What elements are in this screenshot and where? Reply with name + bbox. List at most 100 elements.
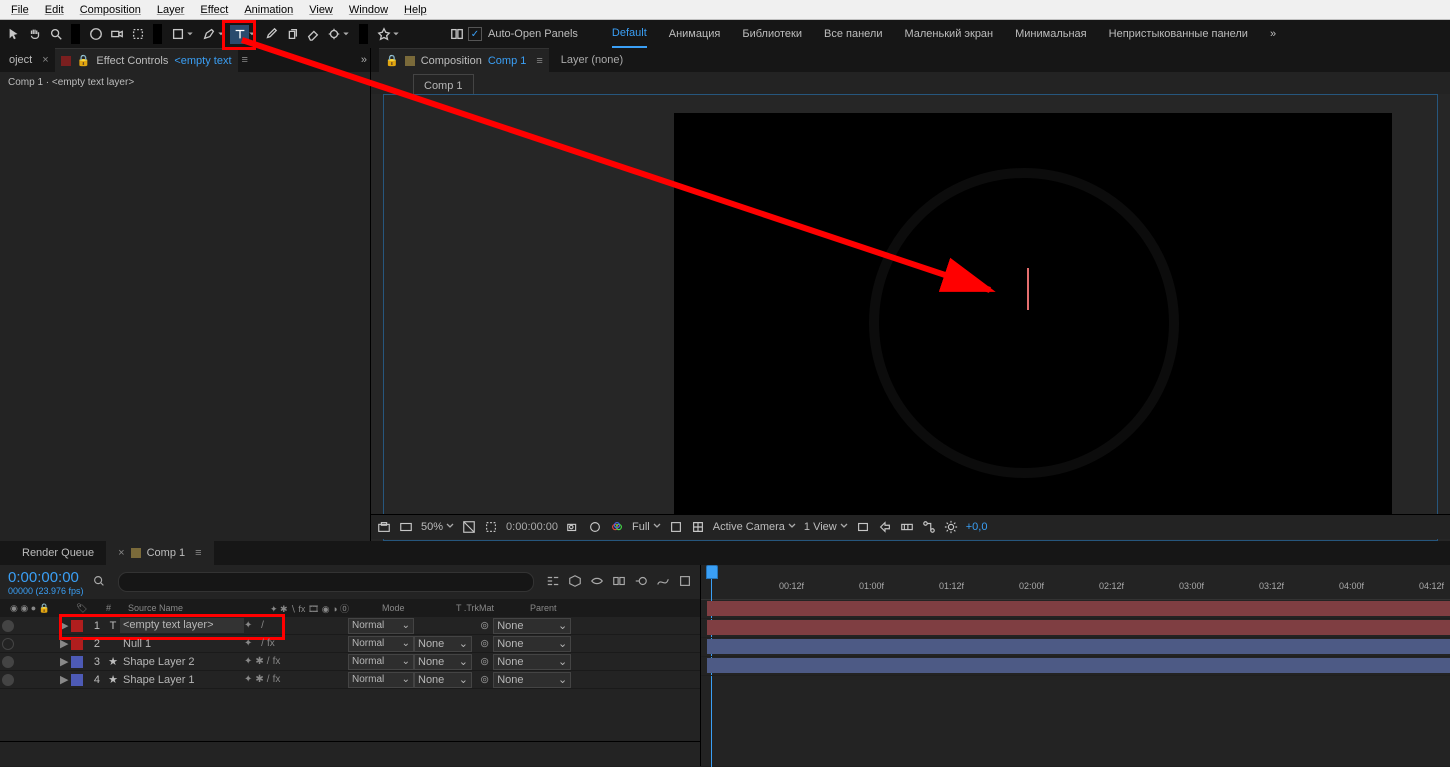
close-icon[interactable]: × xyxy=(42,54,48,66)
brainstorm-icon[interactable] xyxy=(678,574,692,591)
layer-color-swatch[interactable] xyxy=(71,674,83,686)
pickwhip-icon[interactable]: ⊚ xyxy=(480,655,489,668)
composition-canvas[interactable] xyxy=(674,113,1392,517)
parent-dropdown[interactable]: None⌄ xyxy=(493,654,571,670)
type-tool-icon[interactable] xyxy=(230,25,249,44)
display-icon[interactable] xyxy=(399,520,413,534)
layer-row[interactable]: ▶ 2 Null 1 ✦ /fx Normal⌄ None⌄ ⊚None⌄ xyxy=(0,635,700,653)
composition-viewer[interactable]: 50% 0:00:00:00 Full Active Camera 1 View… xyxy=(371,94,1450,541)
menu-edit[interactable]: Edit xyxy=(37,3,72,17)
layer-row[interactable]: ▶ 4 ★ Shape Layer 1 ✦✱/fx Normal⌄ None⌄ … xyxy=(0,671,700,689)
blend-mode-dropdown[interactable]: Normal⌄ xyxy=(348,636,414,652)
toggle-mask-icon[interactable] xyxy=(484,520,498,534)
layer-name[interactable]: Shape Layer 2 xyxy=(120,656,244,668)
menu-window[interactable]: Window xyxy=(341,3,396,17)
active-camera-dropdown[interactable]: Active Camera xyxy=(713,521,796,533)
layer-color-swatch[interactable] xyxy=(71,620,83,632)
layer-bar[interactable] xyxy=(701,600,1450,619)
workspace-default[interactable]: Default xyxy=(612,20,647,48)
snapshot2-icon[interactable] xyxy=(588,520,602,534)
current-time[interactable]: 0:00:00:00 xyxy=(506,521,558,533)
tab-layer[interactable]: Layer (none) xyxy=(561,54,623,66)
roi-tool-icon[interactable] xyxy=(128,25,147,44)
toggle-transparency-icon[interactable] xyxy=(462,520,476,534)
selection-tool-icon[interactable] xyxy=(4,25,23,44)
panel-menu-icon[interactable]: ≡ xyxy=(195,547,201,559)
camera-icon[interactable] xyxy=(566,520,580,534)
twirl-icon[interactable]: ▶ xyxy=(60,619,68,632)
layer-row[interactable]: ▶ 3 ★ Shape Layer 2 ✦✱/fx Normal⌄ None⌄ … xyxy=(0,653,700,671)
visibility-toggle[interactable] xyxy=(2,638,14,650)
twirl-icon[interactable]: ▶ xyxy=(60,673,68,686)
menu-view[interactable]: View xyxy=(301,3,341,17)
layer-color-swatch[interactable] xyxy=(71,638,83,650)
workspace-all-panels[interactable]: Все панели xyxy=(824,20,882,48)
workspace-undocked[interactable]: Непристыкованные панели xyxy=(1109,20,1248,48)
menu-layer[interactable]: Layer xyxy=(149,3,193,17)
puppet-tool-icon[interactable] xyxy=(374,25,393,44)
panel-menu-icon[interactable]: ≡ xyxy=(242,54,248,66)
type-tool-chevron-icon[interactable] xyxy=(249,28,255,40)
workspace-overflow-icon[interactable]: » xyxy=(1270,20,1276,48)
twirl-icon[interactable]: ▶ xyxy=(60,637,68,650)
visibility-toggle[interactable] xyxy=(2,656,14,668)
time-ruler[interactable]: 00:12f 01:00f 01:12f 02:00f 02:12f 03:00… xyxy=(701,565,1450,600)
timeline-tracks[interactable]: 00:12f 01:00f 01:12f 02:00f 02:12f 03:00… xyxy=(701,565,1450,766)
workspace-animation[interactable]: Анимация xyxy=(669,20,721,48)
exposure-value[interactable]: +0,0 xyxy=(966,521,988,533)
workspace-libraries[interactable]: Библиотеки xyxy=(742,20,802,48)
trkmat-dropdown[interactable]: None⌄ xyxy=(414,654,472,670)
lock-icon[interactable]: 🔒 xyxy=(77,54,91,67)
pickwhip-icon[interactable]: ⊚ xyxy=(480,673,489,686)
menu-effect[interactable]: Effect xyxy=(192,3,236,17)
pickwhip-icon[interactable]: ⊚ xyxy=(480,637,489,650)
menu-file[interactable]: File xyxy=(3,3,37,17)
camera-tool-icon[interactable] xyxy=(107,25,126,44)
menu-composition[interactable]: Composition xyxy=(72,3,149,17)
graph-editor-icon[interactable] xyxy=(656,574,670,591)
pen-tool-chevron-icon[interactable] xyxy=(218,28,224,40)
menu-animation[interactable]: Animation xyxy=(236,3,301,17)
parent-dropdown[interactable]: None⌄ xyxy=(493,672,571,688)
shape-tool-icon[interactable] xyxy=(168,25,187,44)
layer-bar[interactable] xyxy=(701,657,1450,676)
search-icon[interactable] xyxy=(92,574,106,591)
parent-dropdown[interactable]: None⌄ xyxy=(493,636,571,652)
menu-help[interactable]: Help xyxy=(396,3,435,17)
motionblur-icon[interactable] xyxy=(634,574,648,591)
blend-mode-dropdown[interactable]: Normal⌄ xyxy=(348,654,414,670)
zoom-tool-icon[interactable] xyxy=(46,25,65,44)
layer-search-input[interactable] xyxy=(118,572,534,592)
snapshot-icon[interactable] xyxy=(377,520,391,534)
resolution-dropdown[interactable]: Full xyxy=(632,521,661,533)
tab-project[interactable]: oject× xyxy=(3,48,55,72)
trkmat-dropdown[interactable]: None⌄ xyxy=(414,672,472,688)
panel-menu-icon[interactable]: ≡ xyxy=(536,55,542,67)
fast-preview-icon[interactable] xyxy=(878,520,892,534)
channel-icon[interactable] xyxy=(610,520,624,534)
pixel-aspect-icon[interactable] xyxy=(856,520,870,534)
layer-bar[interactable] xyxy=(701,619,1450,638)
workspace-minimal[interactable]: Минимальная xyxy=(1015,20,1087,48)
blend-mode-dropdown[interactable]: Normal⌄ xyxy=(348,672,414,688)
tab-render-queue[interactable]: Render Queue xyxy=(10,541,106,565)
pen-tool-icon[interactable] xyxy=(199,25,218,44)
blend-mode-dropdown[interactable]: Normal⌄ xyxy=(348,618,414,634)
views-dropdown[interactable]: 1 View xyxy=(804,521,848,533)
orbit-tool-icon[interactable] xyxy=(86,25,105,44)
current-time-display[interactable]: 0:00:00:00 xyxy=(8,569,84,586)
clone-tool-icon[interactable] xyxy=(282,25,301,44)
lock-icon[interactable]: 🔒 xyxy=(385,54,399,67)
panel-overflow-icon[interactable]: » xyxy=(361,54,367,66)
shy-icon[interactable] xyxy=(590,574,604,591)
layer-name[interactable]: <empty text layer> xyxy=(120,618,244,633)
flowchart-icon[interactable] xyxy=(922,520,936,534)
parent-dropdown[interactable]: None⌄ xyxy=(493,618,571,634)
layer-row[interactable]: ▶ 1 T <empty text layer> ✦ / Normal⌄ ⊚No… xyxy=(0,617,700,635)
rotobrush-chevron-icon[interactable] xyxy=(343,28,349,40)
visibility-toggle[interactable] xyxy=(2,674,14,686)
current-time-indicator[interactable] xyxy=(706,565,718,597)
frameblend-icon[interactable] xyxy=(612,574,626,591)
close-icon[interactable]: × xyxy=(118,547,124,559)
brush-tool-icon[interactable] xyxy=(261,25,280,44)
